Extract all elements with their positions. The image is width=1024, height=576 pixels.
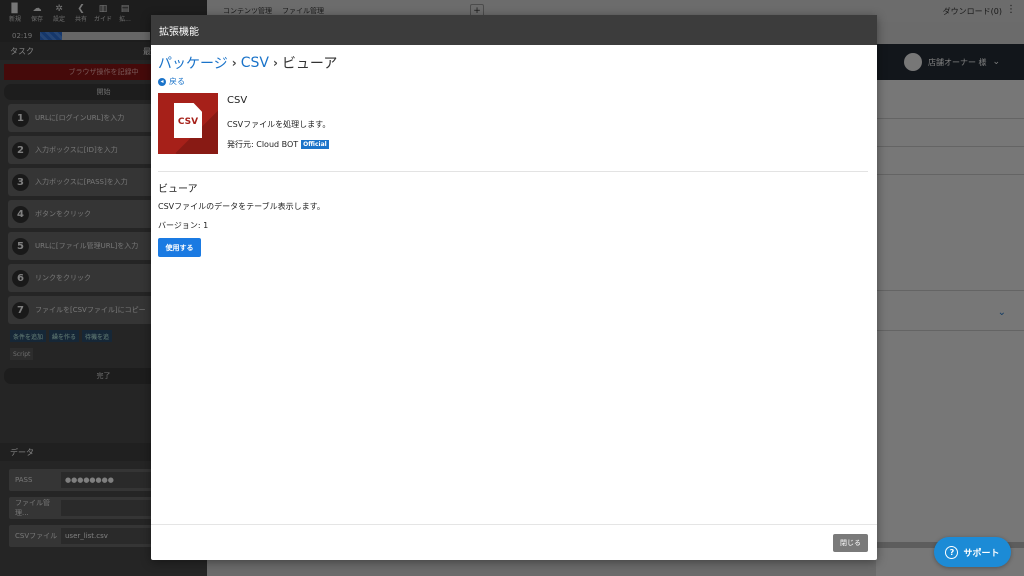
support-button[interactable]: ? サポート — [934, 537, 1011, 567]
back-link[interactable]: ◂ 戻る — [158, 76, 869, 87]
close-button[interactable]: 閉じる — [833, 534, 868, 552]
breadcrumb: パッケージ › CSV › ビューア — [158, 53, 869, 73]
breadcrumb-package-link[interactable]: パッケージ — [158, 53, 228, 73]
extension-modal: 拡張機能 パッケージ › CSV › ビューア ◂ 戻る CSV CSV CSV… — [151, 15, 877, 560]
question-icon: ? — [945, 545, 959, 559]
publisher-label: 発行元: Cloud BOT — [227, 140, 299, 149]
csv-file-icon: CSV — [158, 93, 218, 154]
use-button[interactable]: 使用する — [158, 238, 201, 257]
package-name: CSV — [227, 95, 248, 106]
section-divider — [158, 171, 868, 172]
breadcrumb-chevron-icon: › — [272, 56, 278, 70]
back-label: 戻る — [169, 77, 185, 86]
modal-title: 拡張機能 — [159, 26, 199, 38]
csv-icon-text: CSV — [177, 117, 199, 127]
arrow-left-circle-icon: ◂ — [158, 77, 166, 86]
modal-footer: 閉じる — [151, 524, 877, 560]
breadcrumb-current: ビューア — [281, 56, 338, 72]
package-card: CSV CSV CSVファイルを処理します。 発行元: Cloud BOT Of… — [158, 93, 868, 155]
viewer-title: ビューア — [158, 184, 198, 195]
modal-body: パッケージ › CSV › ビューア ◂ 戻る CSV CSV CSVファイルを… — [151, 45, 877, 524]
support-label: サポート — [963, 548, 1000, 559]
package-description: CSVファイルを処理します。 — [227, 120, 331, 129]
package-publisher: 発行元: Cloud BOT Official — [227, 139, 329, 150]
breadcrumb-csv-link[interactable]: CSV — [241, 55, 269, 71]
breadcrumb-chevron-icon: › — [231, 56, 237, 70]
modal-header: 拡張機能 — [151, 15, 877, 45]
viewer-version: バージョン: 1 — [158, 221, 209, 230]
viewer-description: CSVファイルのデータをテーブル表示します。 — [158, 202, 325, 211]
official-badge: Official — [301, 140, 329, 149]
